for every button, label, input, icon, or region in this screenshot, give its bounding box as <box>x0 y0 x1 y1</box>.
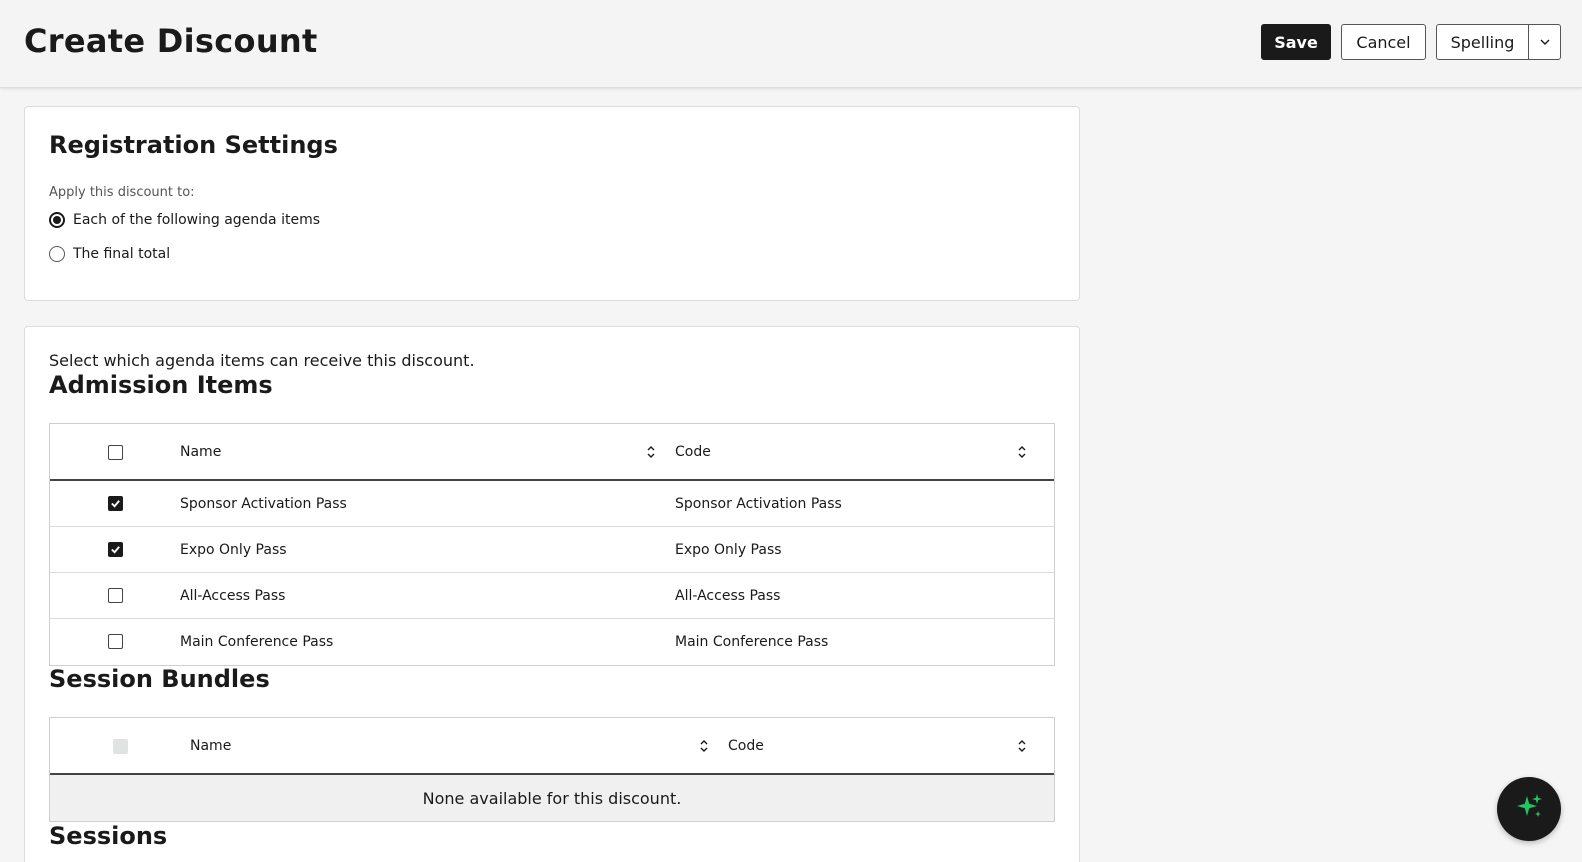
agenda-intro-text: Select which agenda items can receive th… <box>49 351 475 370</box>
sort-icon[interactable] <box>1016 718 1028 773</box>
radio-label: Each of the following agenda items <box>73 212 320 228</box>
column-header-code[interactable]: Code <box>728 718 764 773</box>
table-row[interactable]: Expo Only Pass Expo Only Pass <box>50 527 1054 573</box>
sort-icon[interactable] <box>645 424 657 479</box>
table-header: Name Code <box>50 424 1054 481</box>
row-checkbox[interactable] <box>108 634 123 649</box>
radio-button[interactable] <box>49 246 65 262</box>
row-code: Sponsor Activation Pass <box>675 495 842 512</box>
agenda-items-card: Select which agenda items can receive th… <box>24 326 1080 862</box>
session-bundles-table: Name Code None available for this discou… <box>49 717 1055 822</box>
row-checkbox-checked[interactable] <box>108 542 123 557</box>
select-all-checkbox[interactable] <box>108 445 123 460</box>
column-header-name[interactable]: Name <box>180 424 221 479</box>
radio-final-total[interactable]: The final total <box>49 246 170 262</box>
row-checkbox-checked[interactable] <box>108 496 123 511</box>
admission-items-title: Admission Items <box>49 371 273 399</box>
radio-each-agenda-item[interactable]: Each of the following agenda items <box>49 212 320 228</box>
table-row[interactable]: All-Access Pass All-Access Pass <box>50 573 1054 619</box>
column-header-code[interactable]: Code <box>675 424 711 479</box>
spelling-dropdown-button[interactable] <box>1528 24 1561 60</box>
chevron-down-icon <box>1539 33 1551 52</box>
row-name: All-Access Pass <box>180 587 286 604</box>
row-code: Main Conference Pass <box>675 634 829 650</box>
page-title: Create Discount <box>24 22 318 60</box>
save-button[interactable]: Save <box>1261 24 1331 60</box>
table-header: Name Code <box>50 718 1054 775</box>
session-bundles-title: Session Bundles <box>49 665 270 693</box>
row-name: Expo Only Pass <box>180 541 287 558</box>
column-header-name[interactable]: Name <box>190 718 231 773</box>
table-row[interactable]: Main Conference Pass Main Conference Pas… <box>50 619 1054 665</box>
apply-discount-label: Apply this discount to: <box>49 185 195 200</box>
registration-settings-card: Registration Settings Apply this discoun… <box>24 106 1080 301</box>
radio-label: The final total <box>73 246 171 262</box>
row-name: Main Conference Pass <box>180 634 334 650</box>
registration-settings-title: Registration Settings <box>49 131 338 159</box>
cancel-button[interactable]: Cancel <box>1341 24 1426 60</box>
sort-icon[interactable] <box>1016 424 1028 479</box>
row-checkbox[interactable] <box>108 588 123 603</box>
row-code: Expo Only Pass <box>675 541 782 558</box>
spelling-button[interactable]: Spelling <box>1436 24 1529 60</box>
row-code: All-Access Pass <box>675 587 781 604</box>
table-row[interactable]: Sponsor Activation Pass Sponsor Activati… <box>50 481 1054 527</box>
radio-button-selected[interactable] <box>49 212 65 228</box>
top-bar: Create Discount Save Cancel Spelling <box>0 0 1582 88</box>
ai-assistant-button[interactable] <box>1497 777 1561 841</box>
row-name: Sponsor Activation Pass <box>180 495 347 512</box>
sessions-title: Sessions <box>49 822 168 850</box>
admission-items-table: Name Code Sponsor Activation Pass Sponso… <box>49 423 1055 666</box>
select-all-checkbox-disabled <box>113 739 128 754</box>
sparkles-icon <box>1512 790 1546 828</box>
sort-icon[interactable] <box>698 718 710 773</box>
empty-state-row: None available for this discount. <box>50 775 1054 821</box>
